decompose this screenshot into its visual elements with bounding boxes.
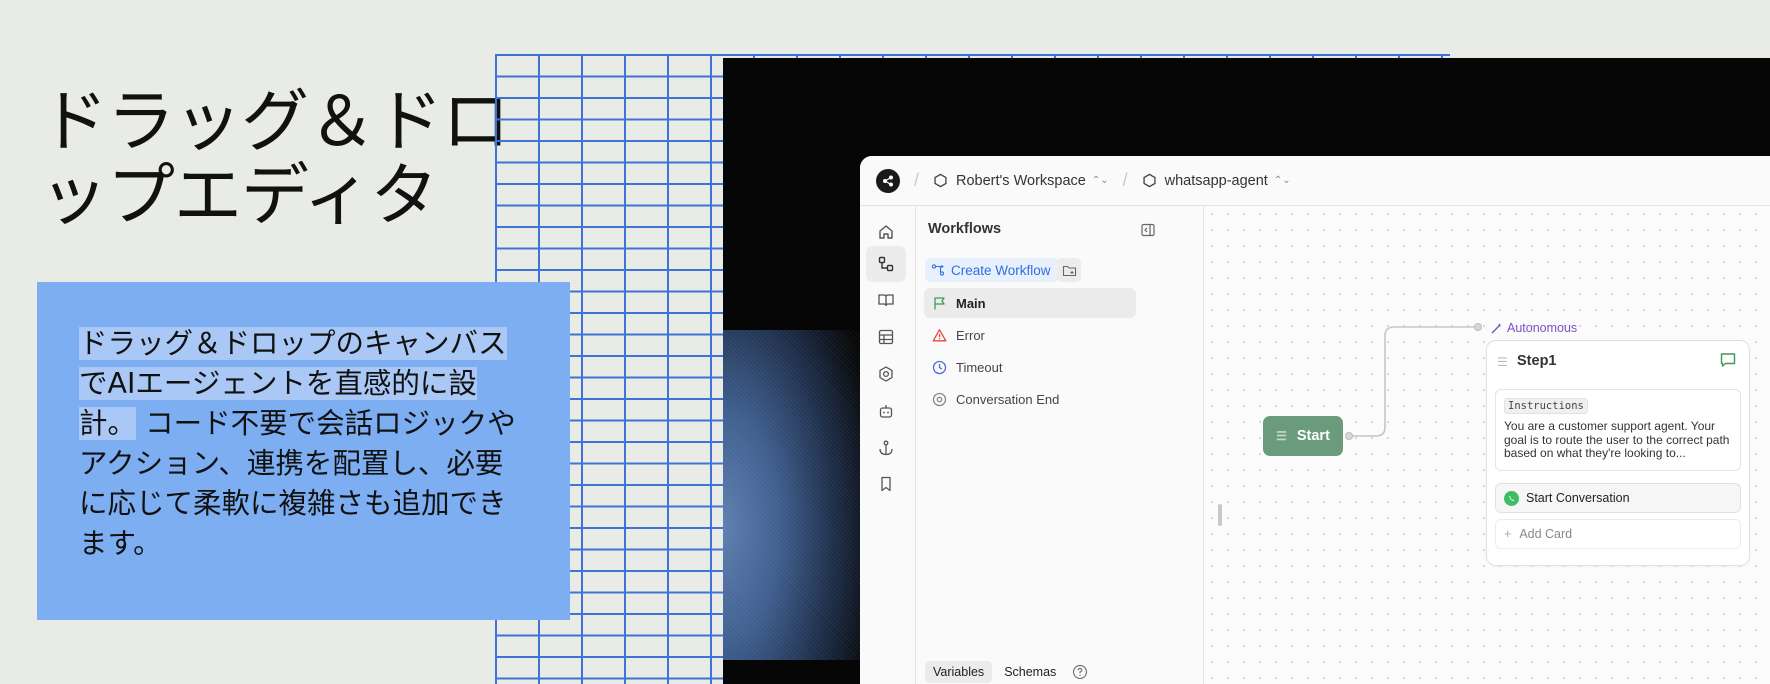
step-node[interactable]: ☰ Step1 Instructions You are a customer … — [1486, 340, 1750, 566]
bookmark-icon[interactable] — [866, 466, 906, 502]
workflow-label: Main — [956, 295, 986, 311]
start-node-label: Start — [1296, 428, 1330, 444]
hexagon-icon — [934, 173, 947, 188]
app-window: / Robert's Workspace ⌃⌄ / whatsapp-agent… — [860, 156, 1770, 684]
tab-variables[interactable]: Variables — [925, 661, 993, 683]
create-workflow-label: Create Workflow — [951, 262, 1051, 278]
description-rest: コード不要で会話ロジックやアクション、連携を配置し、必要に応じて柔軟に複雑さも追… — [79, 407, 516, 560]
workflow-item-error[interactable]: Error — [924, 320, 1136, 350]
sidebar-title: Workflows — [928, 221, 1002, 237]
start-output-port[interactable] — [1345, 432, 1353, 440]
chevron-updown-icon: ⌃⌄ — [1273, 175, 1291, 186]
breadcrumb-separator: / — [1122, 170, 1128, 190]
hero-title: ドラッグ＆ドロップエディタ — [40, 83, 510, 236]
breadcrumb-separator: / — [914, 170, 920, 190]
flag-icon — [934, 296, 945, 309]
description-text: ドラッグ＆ドロップのキャンバスでAIエージェントを直感的に設計。 コード不要で会… — [79, 324, 530, 564]
drag-grip-icon: ☰ — [1276, 429, 1287, 443]
autonomous-label: Autonomous — [1507, 321, 1578, 335]
workflow-label: Conversation End — [956, 391, 1060, 407]
new-folder-button[interactable] — [1057, 258, 1081, 282]
clock-icon — [932, 360, 947, 374]
description-box: ドラッグ＆ドロップのキャンバスでAIエージェントを直感的に設計。 コード不要で会… — [37, 282, 570, 620]
anchor-icon[interactable] — [866, 430, 906, 466]
workspace-name: Robert's Workspace — [956, 172, 1086, 189]
agent-name: whatsapp-agent — [1164, 172, 1268, 189]
start-conversation-label: Start Conversation — [1526, 491, 1630, 505]
step-input-port[interactable] — [1474, 323, 1482, 331]
instructions-card[interactable]: Instructions You are a customer support … — [1495, 389, 1741, 471]
table-icon[interactable] — [866, 319, 906, 355]
workflow-canvas[interactable]: ☰ Start Autonomous ☰ Step1 Instructions … — [1204, 206, 1770, 684]
workflow-item-timeout[interactable]: Timeout — [924, 352, 1136, 382]
bot-icon[interactable] — [866, 393, 906, 429]
warning-icon — [932, 328, 947, 341]
create-workflow-button[interactable]: Create Workflow — [925, 258, 1059, 282]
add-card-button[interactable]: + Add Card — [1495, 519, 1741, 549]
whatsapp-icon — [1504, 490, 1519, 506]
workflow-item-conversation-end[interactable]: Conversation End — [924, 384, 1136, 414]
stop-circle-icon — [932, 392, 947, 406]
book-icon[interactable] — [866, 282, 906, 318]
app-logo-icon[interactable] — [876, 168, 900, 193]
workflows-icon[interactable] — [866, 246, 906, 282]
collapse-sidebar-icon[interactable] — [1140, 222, 1156, 238]
workflows-sidebar: Workflows Create Workflow Main Error Tim… — [916, 206, 1204, 684]
workflow-label: Timeout — [956, 359, 1003, 375]
breadcrumb-workspace[interactable]: Robert's Workspace ⌃⌄ — [933, 173, 1109, 189]
instructions-tag: Instructions — [1504, 398, 1588, 414]
workflow-label: Error — [956, 327, 985, 343]
instructions-text: You are a customer support agent. Your g… — [1504, 419, 1730, 460]
tab-schemas[interactable]: Schemas — [996, 661, 1064, 683]
sidebar-bottom-tabs: Variables Schemas — [925, 660, 1088, 684]
chat-bubble-icon[interactable] — [1719, 351, 1737, 369]
home-icon[interactable] — [866, 214, 906, 250]
start-conversation-card[interactable]: Start Conversation — [1495, 483, 1741, 513]
breadcrumb-agent[interactable]: whatsapp-agent ⌃⌄ — [1142, 173, 1291, 189]
help-icon[interactable] — [1072, 664, 1088, 680]
magic-wand-icon — [1491, 322, 1502, 333]
folder-plus-icon — [1062, 265, 1076, 276]
start-node[interactable]: ☰ Start — [1263, 416, 1343, 456]
hexagon-icon — [1143, 173, 1156, 188]
resize-handle[interactable] — [1218, 504, 1222, 526]
top-bar: / Robert's Workspace ⌃⌄ / whatsapp-agent… — [860, 156, 1770, 206]
workflow-item-main[interactable]: Main — [924, 288, 1136, 318]
icon-rail — [860, 206, 916, 684]
add-card-label: Add Card — [1519, 527, 1573, 541]
step-title: Step1 — [1517, 353, 1557, 369]
chevron-updown-icon: ⌃⌄ — [1091, 175, 1109, 186]
autonomous-badge: Autonomous — [1490, 321, 1577, 335]
plus-icon: + — [1504, 527, 1512, 541]
workflow-branch-icon — [931, 264, 945, 276]
drag-grip-icon: ☰ — [1497, 355, 1508, 369]
settings-icon[interactable] — [866, 356, 906, 392]
